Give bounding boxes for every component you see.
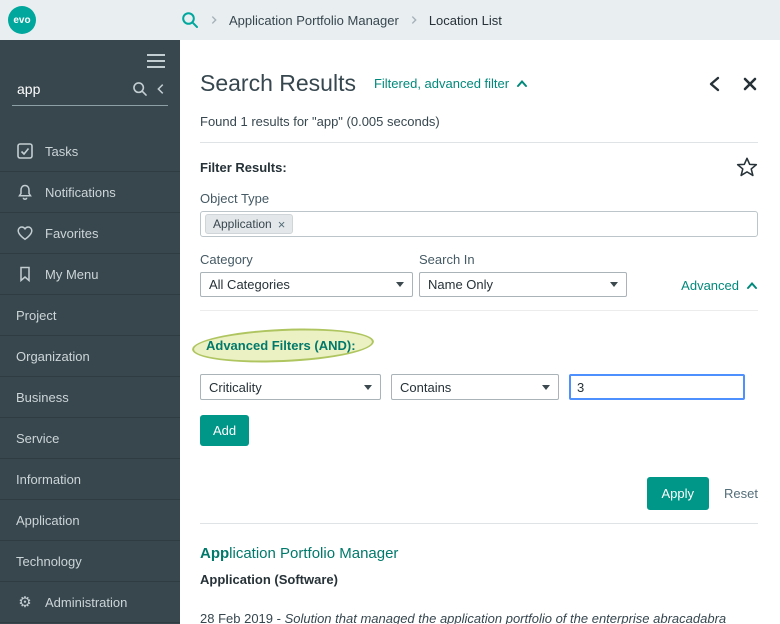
chevron-down-icon [610,282,618,287]
add-filter-button[interactable]: Add [200,415,250,446]
filter-state-toggle[interactable]: Filtered, advanced filter [374,76,528,91]
category-select-value: All Categories [209,277,290,292]
sidebar: Tasks Notifications Favorites My Menu [0,40,180,624]
favorite-star-icon[interactable] [736,156,758,178]
result-description: 28 Feb 2019 - Solution that managed the … [200,611,758,624]
advanced-toggle[interactable]: Advanced [681,278,758,297]
app-logo[interactable]: evo [8,6,36,34]
app-logo-text: evo [13,14,31,26]
divider [200,142,758,143]
close-icon[interactable] [742,76,758,92]
sidebar-item-favorites[interactable]: Favorites [0,213,180,254]
sidebar-item-label: Application [16,512,80,528]
object-type-chip: Application × [205,214,294,234]
bookmark-icon [16,265,34,283]
filter-criteria-input[interactable] [569,374,745,400]
tasks-checkbox-icon [16,142,34,160]
result-type: Application (Software) [200,572,338,587]
application-window: evo Application Portfolio Manager Locati… [0,0,780,624]
sidebar-item-label: Project [16,307,57,323]
sidebar-item-administration[interactable]: ⚙ Administration [0,582,180,623]
sidebar-item-application[interactable]: Application [0,500,180,541]
object-type-field[interactable]: Application × [200,211,758,237]
sidebar-item-my-menu[interactable]: My Menu [0,254,180,295]
sidebar-item-label: Service [16,430,60,446]
search-in-select[interactable]: Name Only [419,272,627,297]
sidebar-item-label: Technology [16,553,82,569]
page-title: Search Results [200,70,356,96]
sidebar-item-technology[interactable]: Technology [0,541,180,582]
search-icon[interactable] [132,81,148,97]
hamburger-menu-icon[interactable] [146,53,166,69]
sidebar-item-label: Information [16,471,82,487]
sidebar-item-label: Favorites [45,225,99,241]
filter-results-heading: Filter Results: [200,159,287,175]
result-title-match: App [200,545,230,562]
sidebar-item-tasks[interactable]: Tasks [0,131,180,172]
main-content: Search Results Filtered, advanced filter… [180,40,780,624]
sidebar-item-notifications[interactable]: Notifications [0,172,180,213]
back-chevron-icon[interactable] [706,75,722,93]
result-title-link[interactable]: Application Portfolio Manager [200,545,758,562]
chevron-right-icon [208,14,220,26]
sidebar-item-label: Organization [16,348,90,364]
breadcrumb-item-location-list[interactable]: Location List [429,13,502,28]
divider [200,310,758,311]
sidebar-item-project[interactable]: Project [0,295,180,336]
object-type-label: Object Type [200,191,270,206]
divider [200,523,758,524]
search-result-item: Application Portfolio Manager Applicatio… [200,545,758,624]
filter-operator-value: Contains [400,379,452,395]
category-label: Category [200,252,253,267]
sidebar-item-organization[interactable]: Organization [0,336,180,377]
apply-button[interactable]: Apply [646,477,710,510]
search-in-select-value: Name Only [428,277,494,292]
advanced-toggle-label: Advanced [681,278,739,293]
result-title-rest: lication Portfolio Manager [229,545,399,562]
sidebar-search [12,81,168,106]
search-icon[interactable] [181,11,199,29]
chevron-down-icon [396,282,404,287]
top-header: evo Application Portfolio Manager Locati… [0,0,780,40]
gear-icon: ⚙ [18,593,32,611]
sidebar-item-business[interactable]: Business [0,377,180,418]
filter-state-label: Filtered, advanced filter [373,76,510,91]
chip-label: Application [213,217,272,231]
filter-field-select[interactable]: Criticality [200,374,381,400]
category-select[interactable]: All Categories [200,272,413,297]
chevron-up-icon [746,281,758,290]
result-snippet: Solution that managed the application po… [284,611,727,624]
heart-icon [16,224,34,242]
result-date: 28 Feb 2019 - [200,611,285,624]
breadcrumb-item-app-portfolio-manager[interactable]: Application Portfolio Manager [229,13,399,28]
chevron-down-icon [542,384,550,390]
filter-operator-select[interactable]: Contains [391,374,559,400]
sidebar-item-information[interactable]: Information [0,459,180,500]
sidebar-item-label: Business [16,389,69,405]
sidebar-item-label: Tasks [45,143,79,159]
chevron-up-icon [516,79,528,88]
sidebar-menu: Tasks Notifications Favorites My Menu Pr… [0,131,180,623]
results-summary: Found 1 results for "app" (0.005 seconds… [200,114,440,129]
chevron-down-icon [364,384,372,390]
collapse-search-chevron-left-icon[interactable] [154,82,168,96]
filter-field-value: Criticality [209,379,262,395]
breadcrumb: Application Portfolio Manager Location L… [181,11,502,29]
sidebar-item-label: Notifications [45,184,116,200]
sidebar-item-label: Administration [45,594,128,610]
sidebar-item-service[interactable]: Service [0,418,180,459]
advanced-filters-heading: Advanced Filters (AND): [191,325,375,366]
sidebar-item-label: My Menu [45,266,99,282]
search-in-label: Search In [419,252,475,267]
sidebar-search-input[interactable] [12,81,126,97]
chip-remove-icon[interactable]: × [278,218,286,231]
bell-icon [16,183,34,201]
chevron-right-icon [408,14,420,26]
reset-link[interactable]: Reset [724,486,758,501]
